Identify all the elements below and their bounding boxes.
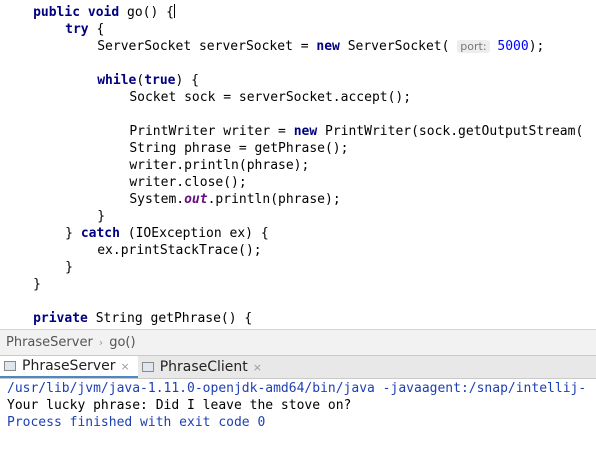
code-token: ) { xyxy=(175,73,199,88)
close-icon[interactable]: × xyxy=(120,360,129,373)
code-token: writer.println(phrase); xyxy=(129,158,310,173)
code-token: { xyxy=(88,22,105,37)
text-caret xyxy=(173,4,175,18)
code-token: } xyxy=(65,260,73,275)
code-editor[interactable]: public void go() {try {ServerSocket serv… xyxy=(0,0,596,329)
run-console-icon xyxy=(4,361,16,371)
code-token: String phrase = getPhrase(); xyxy=(129,141,349,156)
code-token: ex.printStackTrace(); xyxy=(97,243,262,258)
code-line: System.out.println(phrase); xyxy=(129,191,340,208)
code-line: } catch (IOException ex) { xyxy=(65,225,269,242)
code-token: new xyxy=(316,39,340,54)
console-line-output: Your lucky phrase: Did I leave the stove… xyxy=(7,398,352,413)
code-line: writer.println(phrase); xyxy=(129,157,309,174)
code-line: ServerSocket serverSocket = new ServerSo… xyxy=(97,38,544,55)
close-icon[interactable]: × xyxy=(253,361,262,374)
breadcrumb: PhraseServer › go() xyxy=(0,329,596,355)
code-token: } xyxy=(33,277,41,292)
code-line: writer.close(); xyxy=(129,174,246,191)
tab-phraseserver[interactable]: PhraseServer × xyxy=(0,356,138,378)
code-token: String getPhrase() { xyxy=(87,311,253,326)
breadcrumb-separator: › xyxy=(98,336,104,349)
code-token: try xyxy=(65,22,89,37)
run-console-output[interactable]: /usr/lib/jvm/java-1.11.0-openjdk-amd64/b… xyxy=(0,379,596,461)
breadcrumb-method[interactable]: go() xyxy=(109,335,135,350)
tab-phraseclient[interactable]: PhraseClient × xyxy=(138,356,270,378)
code-line: } xyxy=(97,208,105,225)
code-token: (IOException ex) { xyxy=(119,226,269,241)
code-token: ServerSocket serverSocket = xyxy=(97,39,317,54)
tab-label: PhraseServer xyxy=(22,358,116,374)
code-token: public void xyxy=(33,5,120,20)
tab-label: PhraseClient xyxy=(159,359,248,375)
code-token: Socket sock = serverSocket.accept(); xyxy=(129,90,412,105)
code-token: go() { xyxy=(119,5,174,20)
code-line: PrintWriter writer = new PrintWriter(soc… xyxy=(129,123,583,140)
code-line: public void go() { xyxy=(33,4,175,21)
code-token: System. xyxy=(129,192,185,207)
code-line: try { xyxy=(65,21,104,38)
code-line: private String getPhrase() { xyxy=(33,310,252,327)
code-token: } xyxy=(97,209,106,224)
parameter-hint: port: xyxy=(457,40,490,53)
code-token: writer.close(); xyxy=(129,175,247,190)
code-token: ServerSocket( xyxy=(339,39,458,54)
code-token: new xyxy=(293,124,318,139)
run-console-icon xyxy=(141,362,154,372)
code-token: catch xyxy=(80,226,120,241)
breadcrumb-class[interactable]: PhraseServer xyxy=(6,335,93,350)
console-line-exit: Process finished with exit code 0 xyxy=(7,415,266,430)
code-token: while xyxy=(97,73,137,88)
code-line: while(true) { xyxy=(97,72,199,89)
code-token: ); xyxy=(528,39,545,54)
code-line: ex.printStackTrace(); xyxy=(97,242,261,259)
code-token: } xyxy=(65,226,81,241)
run-tab-bar: PhraseServer × PhraseClient × xyxy=(0,355,596,379)
code-line: } xyxy=(65,259,73,276)
console-line-command: /usr/lib/jvm/java-1.11.0-openjdk-amd64/b… xyxy=(7,381,587,396)
code-token: true xyxy=(144,73,176,88)
code-line: Socket sock = serverSocket.accept(); xyxy=(129,89,411,106)
code-token: PrintWriter(sock.getOutputStream( xyxy=(317,124,584,139)
code-line: } xyxy=(33,276,41,293)
code-line: String phrase = getPhrase(); xyxy=(129,140,348,157)
code-token: .println(phrase); xyxy=(207,192,341,207)
code-token: 5000 xyxy=(497,39,529,54)
code-token: private xyxy=(33,311,88,326)
code-token: PrintWriter writer = xyxy=(129,124,294,139)
code-token: out xyxy=(184,192,208,207)
